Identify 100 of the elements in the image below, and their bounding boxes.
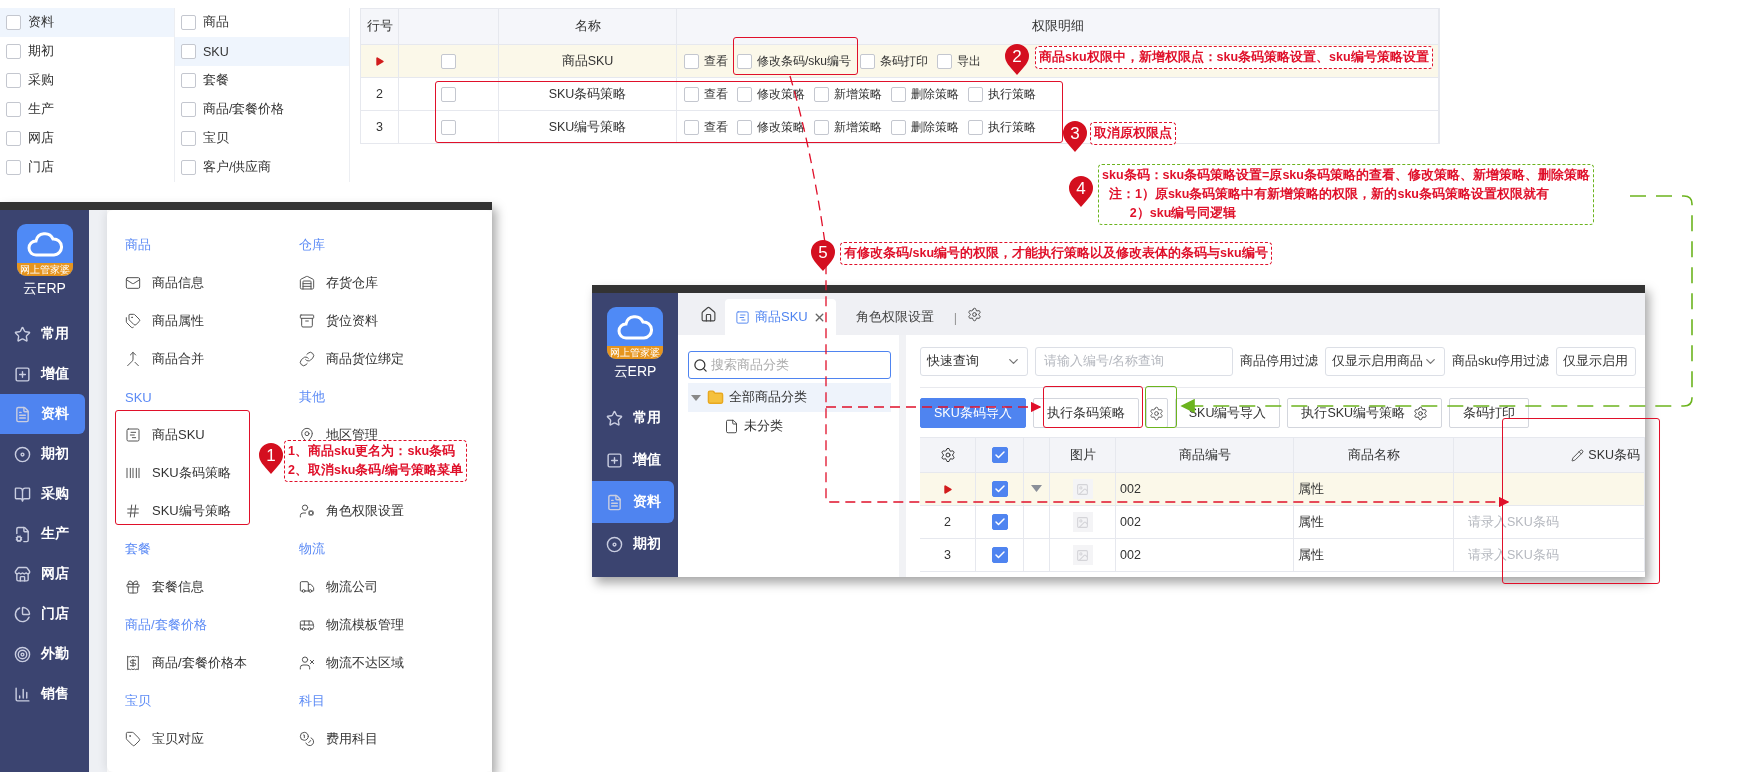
import-button[interactable]: SKU条码导入 xyxy=(920,398,1026,428)
nav-item[interactable]: 资料 xyxy=(0,394,85,434)
menu-group-title: 套餐 xyxy=(125,540,152,558)
menu-item[interactable]: 宝贝对应 xyxy=(125,730,204,748)
menu-item[interactable]: SKU条码策略 xyxy=(125,464,231,482)
file-gear-icon xyxy=(14,525,31,543)
permission-label: 查看 xyxy=(704,85,728,103)
checkbox[interactable] xyxy=(891,86,906,102)
checkbox[interactable] xyxy=(6,44,21,59)
query-select[interactable]: 快速查询 xyxy=(920,347,1028,376)
pencil-icon xyxy=(1571,448,1585,462)
menu-item[interactable]: 角色权限设置 xyxy=(299,502,404,520)
nav-item[interactable]: 网店 xyxy=(0,554,85,594)
menu-item[interactable]: 货位资料 xyxy=(299,312,378,330)
checkbox[interactable] xyxy=(991,514,1008,530)
menu-item[interactable]: 物流不达区域 xyxy=(299,654,404,672)
nav-item[interactable]: 增值 xyxy=(592,439,674,481)
nav-item[interactable]: 期初 xyxy=(592,523,674,565)
checkbox[interactable] xyxy=(6,102,21,117)
menu-item[interactable]: 商品信息 xyxy=(125,274,204,292)
tab[interactable]: 商品SKU xyxy=(725,299,836,335)
checkbox[interactable] xyxy=(6,73,21,88)
settings-button[interactable] xyxy=(1145,398,1168,428)
action-button[interactable]: 执行条码策略 xyxy=(1032,398,1139,428)
table-cell: 002 xyxy=(1120,482,1141,496)
annotation-note: 取消原权限点 xyxy=(1090,122,1176,145)
nav-item[interactable]: 生产 xyxy=(0,514,85,554)
menu-item[interactable]: 物流公司 xyxy=(299,578,378,596)
submodule-list-item[interactable]: SKU xyxy=(175,37,349,66)
checkbox[interactable] xyxy=(181,102,196,117)
menu-item[interactable]: 商品合并 xyxy=(125,350,204,368)
nav-item[interactable]: 期初 xyxy=(0,434,85,474)
checkbox[interactable] xyxy=(684,53,699,69)
goods-filter-select[interactable]: 仅显示启用商品 xyxy=(1325,347,1445,376)
search-icon xyxy=(693,357,708,373)
action-button[interactable]: 条码打印 xyxy=(1449,398,1530,428)
nav-item[interactable]: 销售 xyxy=(0,674,85,714)
checkbox[interactable] xyxy=(181,73,196,88)
nav-item[interactable]: 采购 xyxy=(0,474,85,514)
nav-item[interactable]: 门店 xyxy=(0,594,85,634)
table-cell: 属性 xyxy=(1298,480,1324,498)
permission-label: 导出 xyxy=(957,52,981,70)
menu-item[interactable]: 存货仓库 xyxy=(299,274,378,292)
checkbox[interactable] xyxy=(181,131,196,146)
sku-filter-select[interactable]: 仅显示启用 xyxy=(1556,347,1637,376)
checkbox[interactable] xyxy=(181,15,196,30)
checkbox[interactable] xyxy=(891,119,906,135)
table-cell: 商品SKU xyxy=(561,52,614,70)
menu-item[interactable]: 商品货位绑定 xyxy=(299,350,404,368)
module-list-item[interactable]: 资料 xyxy=(0,8,174,37)
number-badge: 4 xyxy=(1068,176,1094,208)
menu-group-title: 商品/套餐价格 xyxy=(125,616,208,634)
nav-item[interactable]: 资料 xyxy=(592,481,674,523)
menu-item[interactable]: 商品SKU xyxy=(125,426,205,444)
checkbox[interactable] xyxy=(6,131,21,146)
checkbox[interactable] xyxy=(684,86,699,102)
checkbox[interactable] xyxy=(441,86,456,102)
checkbox[interactable] xyxy=(6,15,21,30)
shelf-icon xyxy=(299,313,315,329)
checkbox[interactable] xyxy=(684,119,699,135)
checkbox[interactable] xyxy=(6,160,21,175)
nav-item[interactable]: 增值 xyxy=(0,354,85,394)
action-button[interactable]: 执行SKU编号策略 xyxy=(1287,398,1443,428)
checkbox[interactable] xyxy=(441,53,456,69)
checkbox[interactable] xyxy=(860,53,875,69)
annotation-note: sku条码：sku条码策略设置=原sku条码策略的查看、修改策略、新增策略、删除策略 注：1）原sku条码策略中有新增策略的权限，新的sku条码策略设置权限就有 2）sku编号同逻辑 xyxy=(1098,164,1594,225)
checkbox[interactable] xyxy=(937,53,952,69)
checkbox[interactable] xyxy=(991,547,1008,563)
checkbox[interactable] xyxy=(181,160,196,175)
settings-icon xyxy=(1149,405,1165,421)
menu-item[interactable]: 商品属性 xyxy=(125,312,204,330)
checkbox[interactable] xyxy=(968,86,983,102)
settings-icon[interactable] xyxy=(939,447,956,463)
nav-item[interactable]: 常用 xyxy=(592,397,674,439)
checkbox[interactable] xyxy=(991,447,1008,463)
tag-icon xyxy=(125,731,141,747)
checkbox[interactable] xyxy=(737,119,752,135)
warehouse-icon xyxy=(299,275,315,291)
current-row-icon xyxy=(942,483,953,495)
checkbox[interactable] xyxy=(991,481,1008,497)
checkbox[interactable] xyxy=(737,53,752,69)
user-gear-icon xyxy=(299,503,315,519)
checkbox[interactable] xyxy=(814,86,829,102)
checkbox[interactable] xyxy=(181,44,196,59)
menu-item[interactable]: SKU编号策略 xyxy=(125,502,231,520)
tree-item[interactable]: 全部商品分类 xyxy=(688,383,891,412)
nav-item[interactable]: 常用 xyxy=(0,314,85,354)
menu-item[interactable]: 套餐信息 xyxy=(125,578,204,596)
tab[interactable]: 角色权限设置 xyxy=(845,299,944,335)
caret-icon[interactable] xyxy=(1031,485,1042,493)
menu-group-title: 物流 xyxy=(299,540,326,558)
checkbox[interactable] xyxy=(441,119,456,135)
menu-item[interactable]: 商品/套餐价格本 xyxy=(125,654,247,672)
menu-item[interactable]: 物流模板管理 xyxy=(299,616,404,634)
menu-item[interactable]: 费用科目 xyxy=(299,730,378,748)
tree-item[interactable]: 未分类 xyxy=(688,412,891,441)
checkbox[interactable] xyxy=(968,119,983,135)
checkbox[interactable] xyxy=(814,119,829,135)
checkbox[interactable] xyxy=(737,86,752,102)
nav-item[interactable]: 外勤 xyxy=(0,634,85,674)
